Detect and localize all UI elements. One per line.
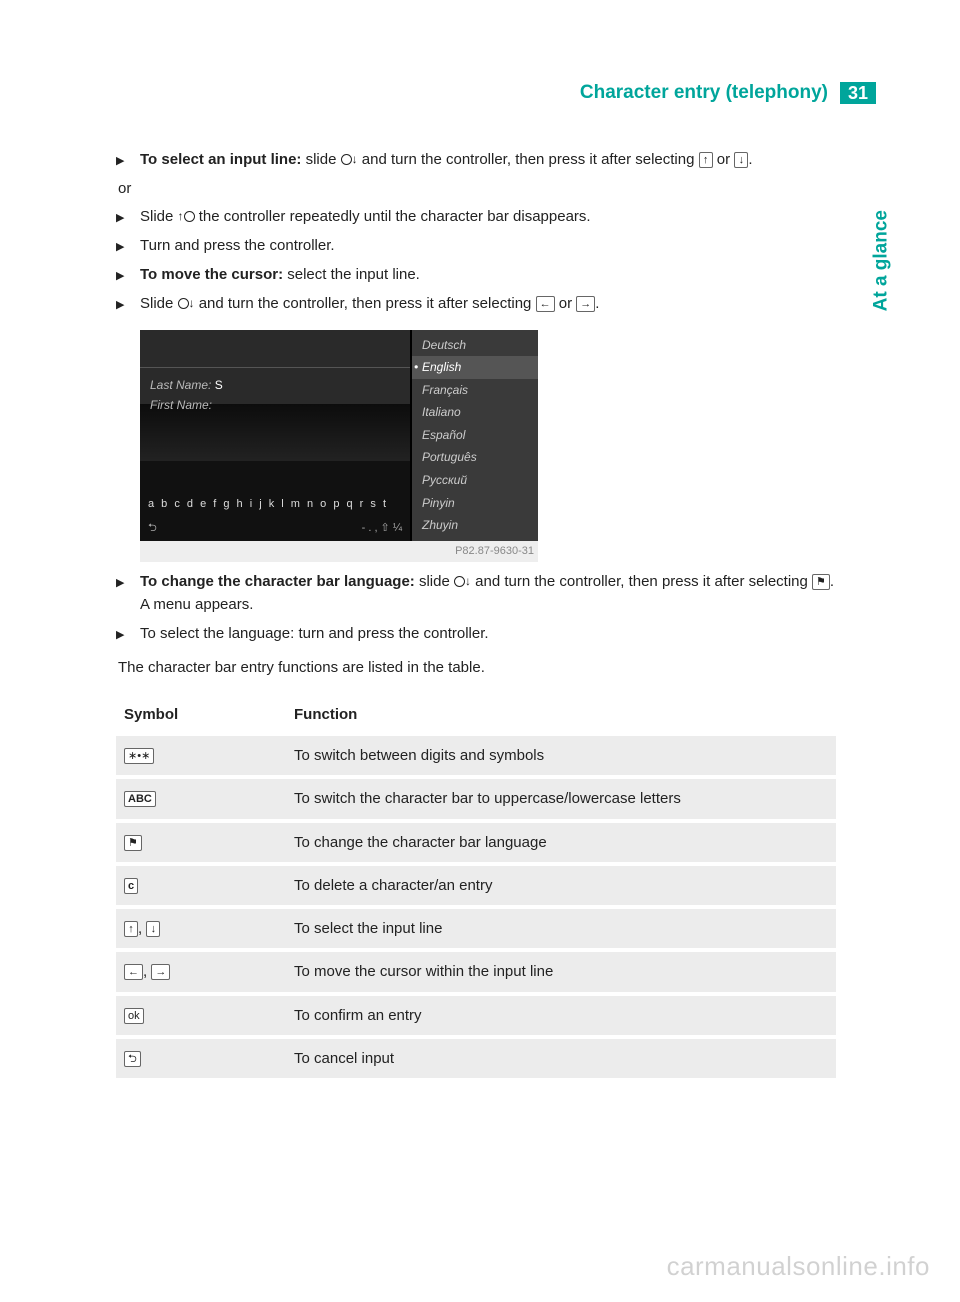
language-option: Français [412, 379, 538, 402]
table-row: ⚑To change the character bar language [116, 821, 836, 864]
step-marker-icon: ▶ [116, 153, 124, 170]
step-bold: To select an input line: [140, 151, 301, 168]
step-slide-cursor: ▶ Slide ↓ and turn the controller, then … [116, 292, 836, 315]
character-bar: a b c d e f g h i j k l m n o p q r s t [140, 496, 410, 513]
symbol-cell: ∗•∗ [116, 736, 286, 777]
language-menu: DeutschEnglishFrançaisItalianoEspañolPor… [410, 330, 538, 541]
screen-symbols-row: - . , ⇧ ¼ [362, 520, 402, 537]
language-option: Deutsch [412, 334, 538, 357]
symbol-cell: ⮌ [116, 1037, 286, 1078]
symbol-cell: ABC [116, 777, 286, 820]
step-bold: To move the cursor: [140, 266, 283, 283]
flag-key-icon: ⚑ [812, 574, 830, 590]
header-title: Character entry (telephony) [580, 82, 840, 104]
table-row: okTo confirm an entry [116, 994, 836, 1037]
language-option: English [412, 356, 538, 379]
table-row: ∗•∗To switch between digits and symbols [116, 736, 836, 777]
content-body: ▶ To select an input line: slide ↓ and t… [116, 148, 836, 1078]
controller-circle-icon [341, 154, 352, 165]
slide-up-icon: ↑ [178, 209, 184, 223]
symbol-cell: c [116, 864, 286, 907]
function-cell: To move the cursor within the input line [286, 950, 836, 993]
table-row: ←, →To move the cursor within the input … [116, 950, 836, 993]
or-separator: or [118, 177, 836, 200]
language-option: Pinyin [412, 492, 538, 515]
language-option: Português [412, 446, 538, 469]
page-header: Character entry (telephony) 31 [580, 82, 876, 104]
language-option: Italiano [412, 401, 538, 424]
arrow-right-key-icon: → [576, 296, 595, 312]
table-row: cTo delete a character/an entry [116, 864, 836, 907]
step-slide-repeat: ▶ Slide ↑ the controller repeatedly unti… [116, 205, 836, 228]
step-select-input-line: ▶ To select an input line: slide ↓ and t… [116, 148, 836, 171]
table-intro: The character bar entry functions are li… [118, 656, 836, 679]
table-row: ABCTo switch the character bar to upperc… [116, 777, 836, 820]
step-marker-icon: ▶ [116, 268, 124, 285]
table-row: ⮌To cancel input [116, 1037, 836, 1078]
function-cell: To switch between digits and symbols [286, 736, 836, 777]
function-cell: To change the character bar language [286, 821, 836, 864]
watermark: carmanualsonline.info [667, 1251, 930, 1282]
function-cell: To switch the character bar to uppercase… [286, 777, 836, 820]
step-marker-icon: ▶ [116, 297, 124, 314]
step-sub: A menu appears. [140, 593, 836, 616]
symbol-cell: ok [116, 994, 286, 1037]
table-row: ↑, ↓To select the input line [116, 907, 836, 950]
arrow-left-key-icon: ← [536, 296, 555, 312]
side-tab: At a glance [870, 210, 892, 311]
screenshot-caption: P82.87-9630-31 [140, 541, 538, 562]
controller-circle-icon [178, 298, 189, 309]
symbol-cell: ⚑ [116, 821, 286, 864]
last-name-field: Last Name: S [150, 376, 400, 395]
table-header-function: Function [286, 693, 836, 736]
symbol-cell: ↑, ↓ [116, 907, 286, 950]
symbol-cell: ←, → [116, 950, 286, 993]
page-number: 31 [840, 82, 876, 104]
step-marker-icon: ▶ [116, 627, 124, 644]
step-marker-icon: ▶ [116, 210, 124, 227]
arrow-down-key-icon: ↓ [734, 152, 748, 168]
symbol-function-table: Symbol Function ∗•∗To switch between dig… [116, 693, 836, 1078]
step-turn-press: ▶ Turn and press the controller. [116, 234, 836, 257]
arrow-up-key-icon: ↑ [699, 152, 713, 168]
step-bold: To change the character bar language: [140, 573, 415, 590]
language-option: Русский [412, 469, 538, 492]
function-cell: To delete a character/an entry [286, 864, 836, 907]
language-option: Español [412, 424, 538, 447]
step-marker-icon: ▶ [116, 575, 124, 592]
controller-circle-icon [454, 576, 465, 587]
step-select-language: ▶ To select the language: turn and press… [116, 622, 836, 645]
comand-screenshot: Last Name: S First Name: a b c d e f g h… [140, 330, 538, 562]
function-cell: To select the input line [286, 907, 836, 950]
function-cell: To confirm an entry [286, 994, 836, 1037]
function-cell: To cancel input [286, 1037, 836, 1078]
controller-circle-icon [184, 211, 195, 222]
first-name-field: First Name: [150, 396, 400, 415]
step-change-language: ▶ To change the character bar language: … [116, 570, 836, 617]
screen-back-icon: ⮌ [148, 520, 157, 537]
language-option: Zhuyin [412, 514, 538, 537]
table-header-symbol: Symbol [116, 693, 286, 736]
step-marker-icon: ▶ [116, 239, 124, 256]
step-move-cursor: ▶ To move the cursor: select the input l… [116, 263, 836, 286]
